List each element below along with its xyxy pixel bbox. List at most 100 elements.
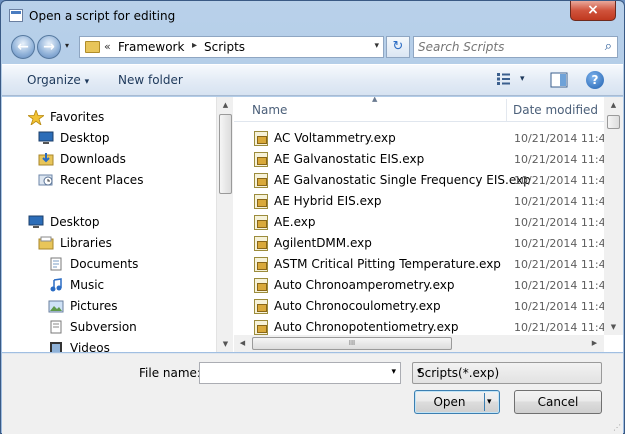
videos-icon (48, 341, 64, 352)
nav-item-desktop[interactable]: Desktop (38, 128, 110, 148)
nav-item-label: Subversion (70, 320, 137, 334)
nav-item-downloads[interactable]: Downloads (38, 149, 126, 169)
help-icon[interactable]: ? (586, 71, 604, 89)
view-icon[interactable] (496, 72, 512, 89)
scroll-right-icon[interactable]: ▶ (586, 335, 603, 351)
open-file-dialog: Open a script for editing × ← → ▾ « Fram… (0, 0, 625, 434)
nav-pane-scrollbar[interactable]: ▲ ▼ (216, 97, 233, 352)
script-file-icon (254, 215, 268, 230)
view-dropdown-icon[interactable]: ▾ (520, 74, 525, 84)
file-row[interactable]: AE.exp 10/21/2014 11:40 (234, 212, 604, 233)
file-name: Auto Chronopotentiometry.exp (274, 320, 459, 334)
file-list-horizontal-scrollbar[interactable]: ◀ III ▶ (234, 335, 604, 352)
subversion-icon (48, 320, 64, 334)
search-input[interactable] (418, 39, 598, 55)
scrollbar-thumb[interactable]: III (252, 337, 452, 350)
nav-item-recent-places[interactable]: Recent Places (38, 170, 143, 190)
file-name-combobox[interactable]: ▾ (199, 362, 401, 384)
file-name: AC Voltammetry.exp (274, 131, 396, 145)
file-type-select[interactable]: Scripts(*.exp) ▾ (412, 362, 602, 384)
file-type-dropdown-icon: ▾ (417, 367, 422, 377)
script-file-icon (254, 299, 268, 314)
recent-locations-dropdown[interactable]: ▾ (65, 41, 69, 50)
address-overflow-icon[interactable]: « (104, 40, 111, 53)
organize-dropdown-icon: ▾ (84, 77, 90, 87)
column-divider[interactable] (506, 99, 507, 121)
nav-item-pictures[interactable]: Pictures (48, 296, 118, 316)
file-date: 10/21/2014 11:40 (514, 300, 604, 313)
scroll-down-icon[interactable]: ▼ (604, 319, 623, 335)
script-file-icon (254, 257, 268, 272)
search-icon[interactable]: ⌕ (605, 39, 612, 54)
nav-item-desktop-root[interactable]: Desktop (28, 212, 100, 232)
documents-icon (48, 257, 64, 271)
downloads-icon (38, 152, 54, 166)
scrollbar-thumb[interactable] (607, 115, 620, 129)
file-name-label: File name: (139, 366, 201, 380)
nav-item-subversion[interactable]: Subversion (48, 317, 137, 337)
address-dropdown-icon[interactable]: ▾ (374, 41, 379, 51)
nav-item-label: Documents (70, 257, 139, 271)
breadcrumb-scripts[interactable]: Scripts (204, 40, 245, 54)
resize-grip-icon[interactable]: ⋰ (613, 423, 621, 432)
breadcrumb-separator-icon[interactable]: ▸ (192, 40, 197, 51)
refresh-button[interactable]: ↻ (386, 36, 410, 58)
scroll-left-icon[interactable]: ◀ (234, 335, 251, 351)
cancel-button[interactable]: Cancel (514, 390, 602, 414)
script-file-icon (254, 152, 268, 167)
file-list: ▲ Name Date modified AC Voltammetry.exp 1… (234, 97, 604, 335)
scroll-up-icon[interactable]: ▲ (604, 97, 623, 113)
desktop-icon (28, 215, 44, 229)
nav-item-label: Libraries (60, 236, 112, 250)
preview-pane-icon[interactable] (550, 72, 568, 91)
file-date: 10/21/2014 11:40 (514, 321, 604, 334)
file-row[interactable]: Auto Chronoamperometry.exp 10/21/2014 11:… (234, 275, 604, 296)
recent-places-icon (38, 173, 54, 187)
file-row[interactable]: Auto Chronocoulometry.exp 10/21/2014 11:4… (234, 296, 604, 317)
nav-item-favorites[interactable]: Favorites (26, 107, 104, 127)
forward-button[interactable]: → (37, 35, 61, 59)
nav-item-label: Videos (70, 341, 110, 352)
search-box[interactable]: ⌕ (413, 36, 618, 58)
column-header-date-modified[interactable]: Date modified (513, 103, 598, 117)
file-date: 10/21/2014 11:40 (514, 153, 604, 166)
file-date: 10/21/2014 11:40 (514, 132, 604, 145)
file-row[interactable]: AE Galvanostatic EIS.exp 10/21/2014 11:40 (234, 149, 604, 170)
script-file-icon (254, 236, 268, 251)
open-options-dropdown-icon[interactable]: ▾ (487, 391, 492, 413)
scroll-down-icon[interactable]: ▼ (217, 336, 234, 352)
organize-button[interactable]: Organize ▾ (27, 73, 89, 87)
file-row[interactable]: AC Voltammetry.exp 10/21/2014 11:40 (234, 128, 604, 149)
nav-item-label: Recent Places (60, 173, 144, 187)
nav-item-libraries[interactable]: Libraries (38, 233, 112, 253)
close-button[interactable]: × (570, 1, 616, 21)
address-bar[interactable]: « Framework ▸ Scripts ▾ (79, 36, 384, 58)
open-button[interactable]: Open ▾ (414, 390, 500, 414)
file-name-input[interactable] (203, 365, 378, 381)
nav-item-label: Pictures (70, 299, 118, 313)
nav-item-videos[interactable]: Videos (48, 338, 110, 352)
file-list-vertical-scrollbar[interactable]: ▲ ▼ (604, 97, 623, 335)
nav-item-music[interactable]: Music (48, 275, 104, 295)
script-file-icon (254, 278, 268, 293)
scrollbar-thumb[interactable] (219, 114, 232, 194)
title-bar[interactable]: Open a script for editing × (1, 1, 624, 31)
nav-item-documents[interactable]: Documents (48, 254, 138, 274)
nav-item-label: Downloads (60, 152, 126, 166)
file-row[interactable]: Auto Chronopotentiometry.exp 10/21/2014 1… (234, 317, 604, 335)
file-name: AgilentDMM.exp (274, 236, 372, 250)
file-row[interactable]: AE Hybrid EIS.exp 10/21/2014 11:40 (234, 191, 604, 212)
file-name-dropdown-icon[interactable]: ▾ (391, 367, 396, 377)
file-name: ASTM Critical Pitting Temperature.exp (274, 257, 501, 271)
file-row[interactable]: AgilentDMM.exp 10/21/2014 11:40 (234, 233, 604, 254)
back-button[interactable]: ← (11, 35, 35, 59)
command-toolbar: Organize ▾ New folder ▾ ? (2, 64, 623, 96)
breadcrumb-framework[interactable]: Framework (118, 40, 184, 54)
file-row[interactable]: ASTM Critical Pitting Temperature.exp 10/… (234, 254, 604, 275)
organize-label: Organize (27, 73, 81, 87)
file-name: AE.exp (274, 215, 316, 229)
scroll-up-icon[interactable]: ▲ (217, 97, 234, 113)
new-folder-button[interactable]: New folder (118, 73, 183, 87)
file-row[interactable]: AE Galvanostatic Single Frequency EIS.ex… (234, 170, 604, 191)
column-header-name[interactable]: Name (252, 103, 287, 117)
